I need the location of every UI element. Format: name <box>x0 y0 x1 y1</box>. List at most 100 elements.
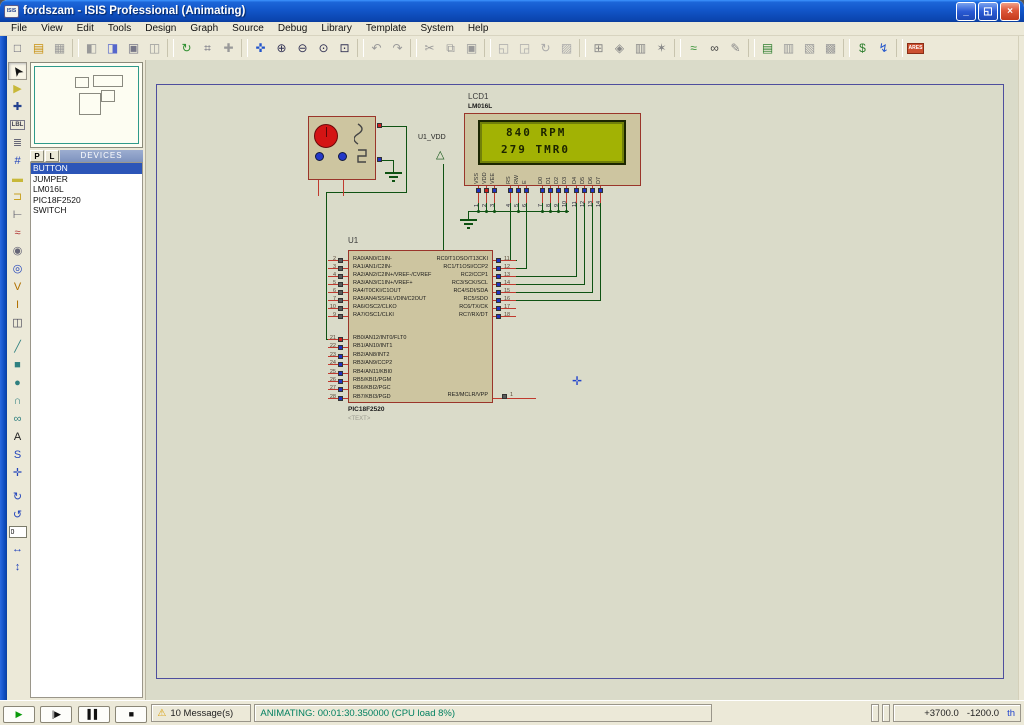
tool-stop-button[interactable]: ■ <box>115 706 147 723</box>
tool-voltage-probe-mode[interactable]: V <box>8 278 27 296</box>
device-list-item[interactable]: JUMPER <box>31 174 142 185</box>
import-section[interactable]: ◧ <box>81 38 102 58</box>
schematic-overview[interactable] <box>30 62 143 148</box>
tool-generator-mode[interactable]: ◎ <box>8 260 27 278</box>
goto-sheet[interactable]: ▩ <box>820 38 841 58</box>
tool-current-probe-mode[interactable]: I <box>8 296 27 314</box>
device-list-item[interactable]: PIC18F2520 <box>31 195 142 206</box>
zoom-area[interactable]: ⊡ <box>334 38 355 58</box>
bill-of-materials[interactable]: $ <box>852 38 873 58</box>
menu-item[interactable]: File <box>4 23 34 34</box>
pick-devices-button[interactable]: P <box>30 150 44 162</box>
tool-wire-label-mode[interactable]: LBL <box>8 116 27 134</box>
tool-tape-recorder-mode[interactable]: ◉ <box>8 242 27 260</box>
redo[interactable]: ↷ <box>387 38 408 58</box>
print-design[interactable]: ▣ <box>123 38 144 58</box>
cut[interactable]: ✂ <box>419 38 440 58</box>
menu-item[interactable]: Graph <box>183 23 225 34</box>
menu-item[interactable]: Template <box>359 23 414 34</box>
zoom-out[interactable]: ⊖ <box>292 38 313 58</box>
save-design[interactable]: ▦ <box>49 38 70 58</box>
tool-text-2d[interactable]: A <box>8 428 27 446</box>
sep9[interactable] <box>748 39 755 57</box>
block-delete[interactable]: ▨ <box>556 38 577 58</box>
tool-text-script-mode[interactable]: ≣ <box>8 134 27 152</box>
export-graphics[interactable]: ◨ <box>102 38 123 58</box>
tool-flip-horizontal[interactable]: ↔ <box>8 540 27 558</box>
tool-component-mode[interactable]: ▶ <box>8 80 27 98</box>
minimize-button[interactable]: _ <box>956 2 976 21</box>
undo[interactable]: ↶ <box>366 38 387 58</box>
message-panel[interactable]: ⚠ 10 Message(s) <box>151 704 251 722</box>
new-design[interactable]: □ <box>7 38 28 58</box>
packaging-tool[interactable]: ▥ <box>630 38 651 58</box>
sep1[interactable] <box>72 39 79 57</box>
sep2[interactable] <box>167 39 174 57</box>
schematic-editor-canvas[interactable]: U1_VDD△LCD1LM016L<TEXT>840 RPM279 TMR0VS… <box>146 60 1018 700</box>
sep7[interactable] <box>579 39 586 57</box>
block-copy[interactable]: ◱ <box>493 38 514 58</box>
menu-item[interactable]: Library <box>314 23 359 34</box>
tool-virtual-instruments-mode[interactable]: ◫ <box>8 314 27 332</box>
mark-output-area[interactable]: ◫ <box>144 38 165 58</box>
menu-item[interactable]: Edit <box>70 23 101 34</box>
device-list-item[interactable]: LM016L <box>31 184 142 195</box>
tool-symbol-2d[interactable]: S <box>8 446 27 464</box>
sep11[interactable] <box>896 39 903 57</box>
pan-centre[interactable]: ✜ <box>250 38 271 58</box>
device-list-item[interactable]: BUTTON <box>31 163 142 174</box>
tool-bus-mode[interactable]: # <box>8 152 27 170</box>
electrical-rule-check[interactable]: ↯ <box>873 38 894 58</box>
tool-line-2d[interactable]: ╱ <box>8 338 27 356</box>
remove-sheet[interactable]: ▧ <box>799 38 820 58</box>
menu-item[interactable]: Source <box>225 23 271 34</box>
tool-graph-mode[interactable]: ≈ <box>8 224 27 242</box>
tool-circle-2d[interactable]: ● <box>8 374 27 392</box>
block-move[interactable]: ◲ <box>514 38 535 58</box>
tool-rotate-anticlockwise[interactable]: ↺ <box>8 506 27 524</box>
sep5[interactable] <box>410 39 417 57</box>
redraw-display[interactable]: ↻ <box>176 38 197 58</box>
tool-marker-2d[interactable]: ✛ <box>8 464 27 482</box>
tool-selection-mode[interactable]: ➤ <box>8 62 27 80</box>
menu-item[interactable]: Debug <box>271 23 314 34</box>
block-rotate[interactable]: ↻ <box>535 38 556 58</box>
sep8[interactable] <box>674 39 681 57</box>
tool-rotate-clockwise[interactable]: ↻ <box>8 488 27 506</box>
toggle-grid[interactable]: ⌗ <box>197 38 218 58</box>
sep3[interactable] <box>241 39 248 57</box>
zoom-in[interactable]: ⊕ <box>271 38 292 58</box>
title-bar[interactable]: ISIS fordszam - ISIS Professional (Anima… <box>0 0 1024 22</box>
tool-play-button[interactable]: ▶ <box>3 706 35 723</box>
paste[interactable]: ▣ <box>461 38 482 58</box>
tool-terminal-mode[interactable]: ⊐ <box>8 188 27 206</box>
sep10[interactable] <box>843 39 850 57</box>
generator-main-knob[interactable] <box>314 124 338 148</box>
new-sheet[interactable]: ▥ <box>778 38 799 58</box>
tool-junction-dot-mode[interactable]: ✚ <box>8 98 27 116</box>
menu-item[interactable]: View <box>34 23 70 34</box>
copy[interactable]: ⧉ <box>440 38 461 58</box>
library-button[interactable]: L <box>45 150 59 162</box>
search-tag[interactable]: ∞ <box>704 38 725 58</box>
menu-item[interactable]: Help <box>461 23 496 34</box>
generator-knob-small-2[interactable] <box>338 152 347 161</box>
toggle-origin[interactable]: ✚ <box>218 38 239 58</box>
netlist-to-ares[interactable]: ARES <box>905 38 926 58</box>
tool-device-pin-mode[interactable]: ⊢ <box>8 206 27 224</box>
tool-path-2d[interactable]: ∞ <box>8 410 27 428</box>
pick-parts[interactable]: ⊞ <box>588 38 609 58</box>
power-terminal-icon[interactable]: △ <box>436 148 444 161</box>
close-button[interactable]: × <box>1000 2 1020 21</box>
menu-item[interactable]: Tools <box>101 23 138 34</box>
zoom-all[interactable]: ⊙ <box>313 38 334 58</box>
tool-step-button[interactable]: |▶ <box>40 706 72 723</box>
tool-box-2d[interactable]: ■ <box>8 356 27 374</box>
property-assignment-tool[interactable]: ✎ <box>725 38 746 58</box>
tool-pause-button[interactable]: ▌▌ <box>78 706 110 723</box>
design-explorer[interactable]: ▤ <box>757 38 778 58</box>
decompose[interactable]: ✶ <box>651 38 672 58</box>
sep6[interactable] <box>484 39 491 57</box>
menu-item[interactable]: Design <box>138 23 183 34</box>
tool-flip-vertical[interactable]: ↕ <box>8 558 27 576</box>
